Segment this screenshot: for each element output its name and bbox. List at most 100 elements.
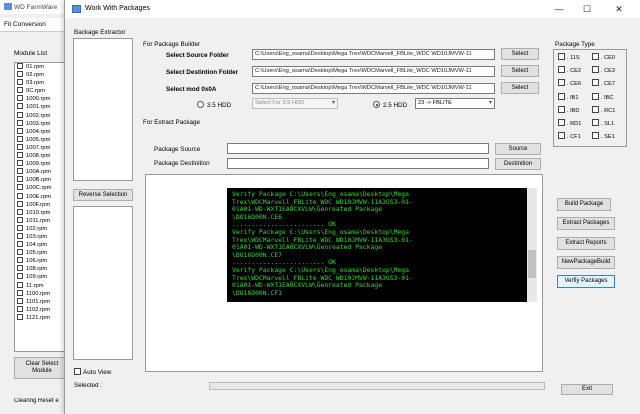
package-type-ibd[interactable]: . IBD xyxy=(558,105,579,114)
package-type-label: SE1 xyxy=(604,134,615,141)
module-list-item[interactable]: 1121.rpm xyxy=(15,313,69,322)
module-list-item[interactable]: 104.rpm xyxy=(15,241,69,249)
checkbox-icon xyxy=(17,184,23,191)
package-type-cf1[interactable]: . CF1 xyxy=(558,132,581,140)
minimize-button[interactable]: — xyxy=(546,2,572,16)
module-list-item[interactable]: 1007.rpm xyxy=(15,143,69,152)
mod-field[interactable]: C:\Users\Eng_osama\Desktop\Mega Trex\WDC… xyxy=(252,83,495,94)
hdd35-radio[interactable]: 3.5 HDD xyxy=(197,101,231,109)
exit-button[interactable]: Exit xyxy=(561,384,613,395)
package-type-rc1[interactable]: . RC1 xyxy=(592,105,615,114)
package-type-sl1[interactable]: . SL1 xyxy=(592,119,614,127)
destination-button[interactable]: Destinition xyxy=(495,158,541,170)
package-type-label: CE3 xyxy=(604,68,615,75)
module-list-item[interactable]: 1100.rpm xyxy=(15,289,69,298)
package-type-11s[interactable]: . 11S xyxy=(558,53,580,61)
checkbox-icon xyxy=(592,119,599,126)
checkbox-icon xyxy=(17,160,23,167)
module-list-label: Module List xyxy=(14,50,48,57)
module-list-item[interactable]: 100E.rpm xyxy=(15,192,69,201)
module-list-item[interactable]: 02.rpm xyxy=(15,71,69,79)
hdd25-radio[interactable]: 2.5 HDD xyxy=(373,101,407,109)
module-name: 1100.rpm xyxy=(26,290,51,297)
extract-packages-button[interactable]: Extract Packages xyxy=(557,217,615,230)
module-list-item[interactable]: 03.rpm xyxy=(15,79,69,87)
verify-packages-button[interactable]: Verfiy Packages xyxy=(557,275,615,288)
backage-extractor-label: Backage Extractor xyxy=(74,29,126,36)
module-list-item[interactable]: 1008.rpm xyxy=(15,152,69,160)
select-mod-button[interactable]: Select xyxy=(501,82,539,94)
extract-package-label: For Extract Package xyxy=(143,119,201,126)
module-name: 1010.rpm xyxy=(26,209,51,216)
new-package-build-button[interactable]: NewPackageBuild xyxy=(557,256,615,269)
hdd25-combo[interactable]: 23 -> FBLITE ▾ xyxy=(415,98,495,109)
module-name: 11.rpm xyxy=(26,282,44,289)
package-type-ce6[interactable]: . CE6 xyxy=(558,79,581,87)
module-list-item[interactable]: 109.rpm xyxy=(15,273,69,281)
source-folder-field[interactable]: C:\Users\Eng_osama\Desktop\Mega Trex\WDC… xyxy=(252,49,495,60)
maximize-button[interactable]: ☐ xyxy=(574,2,600,16)
package-destination-field[interactable] xyxy=(227,158,489,169)
package-type-label: CE2 xyxy=(570,68,581,75)
module-list-item[interactable]: 108.rpm xyxy=(15,265,69,273)
package-type-ib1[interactable]: . IB1 xyxy=(558,92,579,101)
module-list-item[interactable]: 102.rpm xyxy=(15,224,69,233)
module-list-item[interactable]: 105.rpm xyxy=(15,249,69,257)
source-button[interactable]: Source xyxy=(495,143,541,155)
reverse-selection-button[interactable]: Reverse Selection xyxy=(73,189,133,201)
status-text: Clearing Reset e xyxy=(14,398,59,404)
module-name: 1011.rpm xyxy=(26,217,51,224)
module-list-item[interactable]: 1003.rpm xyxy=(15,119,69,128)
module-list-item[interactable]: 1005.rpm xyxy=(15,135,69,144)
hdd35-combo-value: Select For 3.5 HDD xyxy=(255,100,305,106)
module-list-item[interactable]: 1010.rpm xyxy=(15,208,69,217)
module-list-item[interactable]: 11.rpm xyxy=(15,281,69,290)
module-list-item[interactable]: 100F.rpm xyxy=(15,200,69,209)
package-type-ce7[interactable]: . CE7 xyxy=(592,79,615,87)
module-list-item[interactable]: 103.rpm xyxy=(15,232,69,241)
console-scrollbar[interactable] xyxy=(527,188,537,302)
module-list-item[interactable]: 1001.rpm xyxy=(15,103,69,111)
module-list-item[interactable]: 01.rpm xyxy=(15,63,69,71)
clear-select-module-button[interactable]: Clear Select Module xyxy=(14,357,70,379)
module-list-item[interactable]: 1011.rpm xyxy=(15,216,69,225)
package-type-se1[interactable]: . SE1 xyxy=(592,132,615,140)
build-package-button[interactable]: Build Package xyxy=(557,198,611,211)
module-list[interactable]: 01.rpm 02.rpm 03.rpm 0C.rpm 1000.rpm 1001.rpm… xyxy=(14,62,70,352)
console-scroll-thumb[interactable] xyxy=(528,250,536,278)
module-list-item[interactable]: 106.rpm xyxy=(15,257,69,265)
module-list-item[interactable]: 1000.rpm xyxy=(15,95,69,103)
module-list-item[interactable]: 1004.rpm xyxy=(15,127,69,136)
package-type-ce0[interactable]: . CE0 xyxy=(592,53,615,61)
select-source-button[interactable]: Select xyxy=(501,48,539,60)
package-type-ce3[interactable]: . CE3 xyxy=(592,66,615,74)
tab-fit-conversion[interactable]: Fit Conversion xyxy=(0,18,70,32)
extractor-list-bottom[interactable] xyxy=(73,206,133,360)
module-list-item[interactable]: 0C.rpm xyxy=(15,87,69,95)
select-destination-button[interactable]: Select xyxy=(501,65,539,77)
extract-reports-button[interactable]: Extract Reports xyxy=(557,237,615,250)
checkbox-icon xyxy=(17,265,23,272)
checkbox-icon xyxy=(558,119,565,126)
module-list-item[interactable]: 1002.rpm xyxy=(15,111,69,120)
console-output[interactable]: Verify Package C:\Users\Eng_osama\Deskto… xyxy=(227,188,537,302)
auto-view-checkbox[interactable]: Auto View xyxy=(74,368,111,376)
module-list-item[interactable]: 1102.rpm xyxy=(15,305,69,314)
package-type-ce2[interactable]: . CE2 xyxy=(558,66,581,74)
checkbox-icon xyxy=(17,111,23,118)
destination-folder-field[interactable]: C:\Users\Eng_osama\Desktop\Mega Trex\WDC… xyxy=(252,66,495,77)
checkbox-icon xyxy=(17,95,23,102)
extractor-list-top[interactable] xyxy=(73,38,133,181)
module-list-item[interactable]: 1009.rpm xyxy=(15,160,69,168)
module-list-item[interactable]: 100C.rpm xyxy=(15,184,69,192)
package-type-ibc[interactable]: . IBC xyxy=(592,92,613,101)
package-type-rd1[interactable]: . RD1 xyxy=(558,119,581,127)
package-source-field[interactable] xyxy=(227,143,489,154)
hdd35-label: 3.5 HDD xyxy=(207,102,232,109)
hdd35-combo[interactable]: Select For 3.5 HDD ▾ xyxy=(252,98,338,109)
close-button[interactable]: ✕ xyxy=(606,2,632,16)
module-list-item[interactable]: 100B.rpm xyxy=(15,176,69,184)
module-list-item[interactable]: 100A.rpm xyxy=(15,168,69,176)
module-list-item[interactable]: 1101.rpm xyxy=(15,297,69,306)
checkbox-icon xyxy=(17,152,23,159)
